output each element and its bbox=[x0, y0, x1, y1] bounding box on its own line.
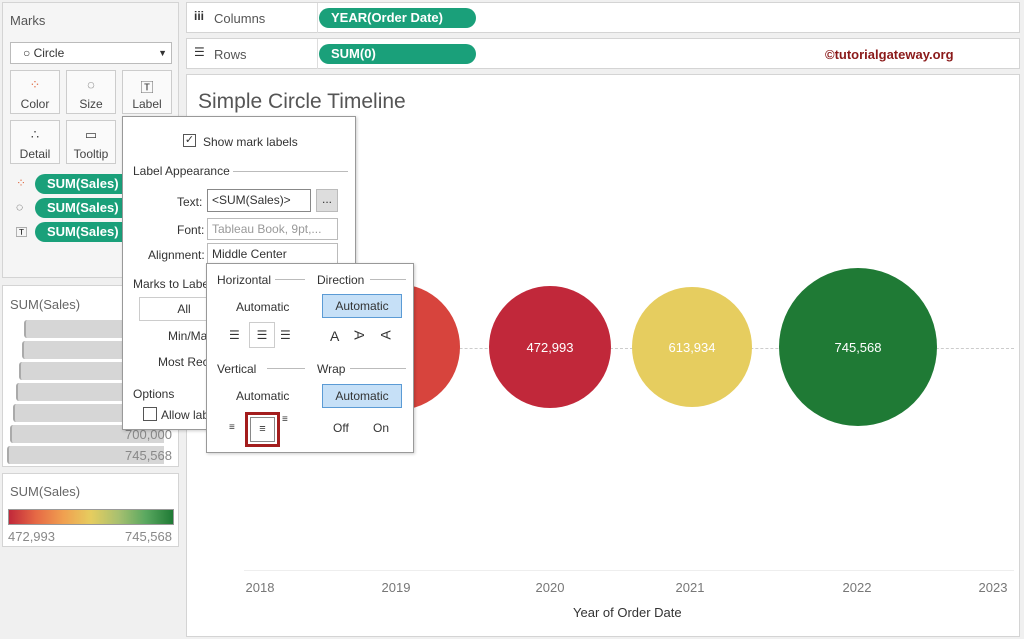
horizontal-heading: Horizontal bbox=[217, 273, 272, 287]
detail-icon: ∴ bbox=[30, 127, 40, 142]
wrap-off[interactable]: Off bbox=[333, 421, 349, 435]
size-button[interactable]: ◌ Size bbox=[66, 70, 116, 114]
align-left-icon[interactable]: ☰ bbox=[229, 328, 240, 342]
x-axis bbox=[244, 570, 1014, 571]
circle-label: 745,568 bbox=[834, 339, 882, 355]
x-tick-label: 2023 bbox=[978, 580, 1008, 595]
viz-title: Simple Circle Timeline bbox=[198, 90, 406, 113]
x-tick-label: 2021 bbox=[675, 580, 705, 595]
marks-title: Marks bbox=[10, 13, 46, 28]
tooltip-icon: ▭ bbox=[84, 127, 98, 142]
text-field[interactable]: <SUM(Sales)> bbox=[207, 189, 311, 212]
alignment-dropdown[interactable]: Middle Center bbox=[207, 243, 338, 265]
options-heading: Options bbox=[133, 387, 175, 401]
color-legend-min: 472,993 bbox=[8, 529, 55, 544]
direction-up-icon[interactable]: A bbox=[352, 330, 368, 339]
circle-mark[interactable]: 745,568 bbox=[779, 268, 937, 426]
align-top-icon[interactable]: ≡ bbox=[282, 414, 288, 425]
show-labels-checkbox[interactable]: ✓ bbox=[183, 134, 196, 147]
horizontal-automatic[interactable]: Automatic bbox=[236, 300, 289, 314]
color-legend: SUM(Sales) 472,993 745,568 bbox=[2, 473, 179, 547]
label-appearance-heading: Label Appearance bbox=[133, 164, 230, 178]
x-axis-title: Year of Order Date bbox=[573, 605, 682, 620]
circle-mark[interactable]: 613,934 bbox=[632, 287, 752, 407]
x-tick-label: 2020 bbox=[535, 580, 565, 595]
color-legend-max: 745,568 bbox=[125, 529, 172, 544]
font-dropdown[interactable]: Tableau Book, 9pt,... bbox=[207, 218, 338, 240]
columns-shelf[interactable]: iii Columns YEAR(Order Date) bbox=[186, 2, 1020, 33]
label-icon: 🅃 bbox=[140, 80, 154, 95]
watermark: ©tutorialgateway.org bbox=[825, 47, 954, 62]
marks-to-label-heading: Marks to Label bbox=[133, 277, 212, 291]
size-legend-value: 745,568 bbox=[125, 448, 172, 463]
align-bottom-icon[interactable]: ≡ bbox=[229, 422, 235, 433]
direction-horizontal-icon[interactable]: A bbox=[330, 328, 339, 344]
mark-type-dropdown[interactable]: ○ Circle ▼ bbox=[10, 42, 172, 64]
label-button[interactable]: 🅃 Label bbox=[122, 70, 172, 114]
label-icon: 🅃 bbox=[16, 227, 27, 239]
circle-label: 613,934 bbox=[668, 339, 716, 355]
columns-pill[interactable]: YEAR(Order Date) bbox=[319, 8, 476, 28]
rows-pill[interactable]: SUM(0) bbox=[319, 44, 476, 64]
size-legend-title: SUM(Sales) bbox=[10, 297, 81, 312]
mark-type-value: Circle bbox=[33, 46, 65, 60]
direction-down-icon[interactable]: A bbox=[378, 330, 394, 339]
alignment-popup: Horizontal Direction Automatic Automatic… bbox=[206, 263, 414, 453]
color-icon: ⁘ bbox=[29, 77, 41, 92]
color-button[interactable]: ⁘ Color bbox=[10, 70, 60, 114]
tooltip-button[interactable]: ▭ Tooltip bbox=[66, 120, 116, 164]
color-icon: ⁘ bbox=[16, 176, 27, 190]
x-tick-label: 2018 bbox=[245, 580, 275, 595]
vertical-heading: Vertical bbox=[217, 362, 257, 376]
circle-mark[interactable]: 472,993 bbox=[489, 286, 611, 408]
direction-heading: Direction bbox=[317, 273, 365, 287]
align-right-icon[interactable]: ☰ bbox=[280, 328, 291, 342]
alignment-label: Alignment: bbox=[148, 248, 205, 262]
detail-button[interactable]: ∴ Detail bbox=[10, 120, 60, 164]
color-legend-title: SUM(Sales) bbox=[10, 484, 81, 499]
x-tick-label: 2019 bbox=[381, 580, 411, 595]
circle-label: 472,993 bbox=[526, 339, 574, 355]
vertical-automatic[interactable]: Automatic bbox=[236, 389, 289, 403]
show-labels-label: Show mark labels bbox=[203, 135, 298, 149]
align-middle-icon: ≡ bbox=[250, 417, 275, 442]
direction-automatic[interactable]: Automatic bbox=[322, 294, 402, 318]
wrap-automatic[interactable]: Automatic bbox=[322, 384, 402, 408]
rows-icon: ☰ bbox=[194, 45, 205, 59]
text-edit-button[interactable]: ... bbox=[316, 189, 338, 212]
font-label: Font: bbox=[177, 223, 205, 237]
align-center-icon[interactable]: ☰ bbox=[249, 322, 275, 348]
wrap-heading: Wrap bbox=[317, 362, 346, 376]
size-icon: ◌ bbox=[87, 77, 95, 92]
rows-shelf[interactable]: ☰ Rows SUM(0) ©tutorialgateway.org bbox=[186, 38, 1020, 69]
allow-overlap-checkbox[interactable] bbox=[143, 407, 157, 421]
text-label: Text: bbox=[177, 195, 203, 209]
color-ramp bbox=[8, 509, 174, 525]
size-icon: ◌ bbox=[16, 200, 24, 214]
columns-label: Columns bbox=[214, 11, 266, 26]
align-middle-button[interactable]: ≡ bbox=[245, 412, 280, 447]
columns-icon: iii bbox=[194, 9, 205, 23]
x-tick-label: 2022 bbox=[842, 580, 872, 595]
rows-label: Rows bbox=[214, 47, 247, 62]
wrap-on[interactable]: On bbox=[373, 421, 389, 435]
